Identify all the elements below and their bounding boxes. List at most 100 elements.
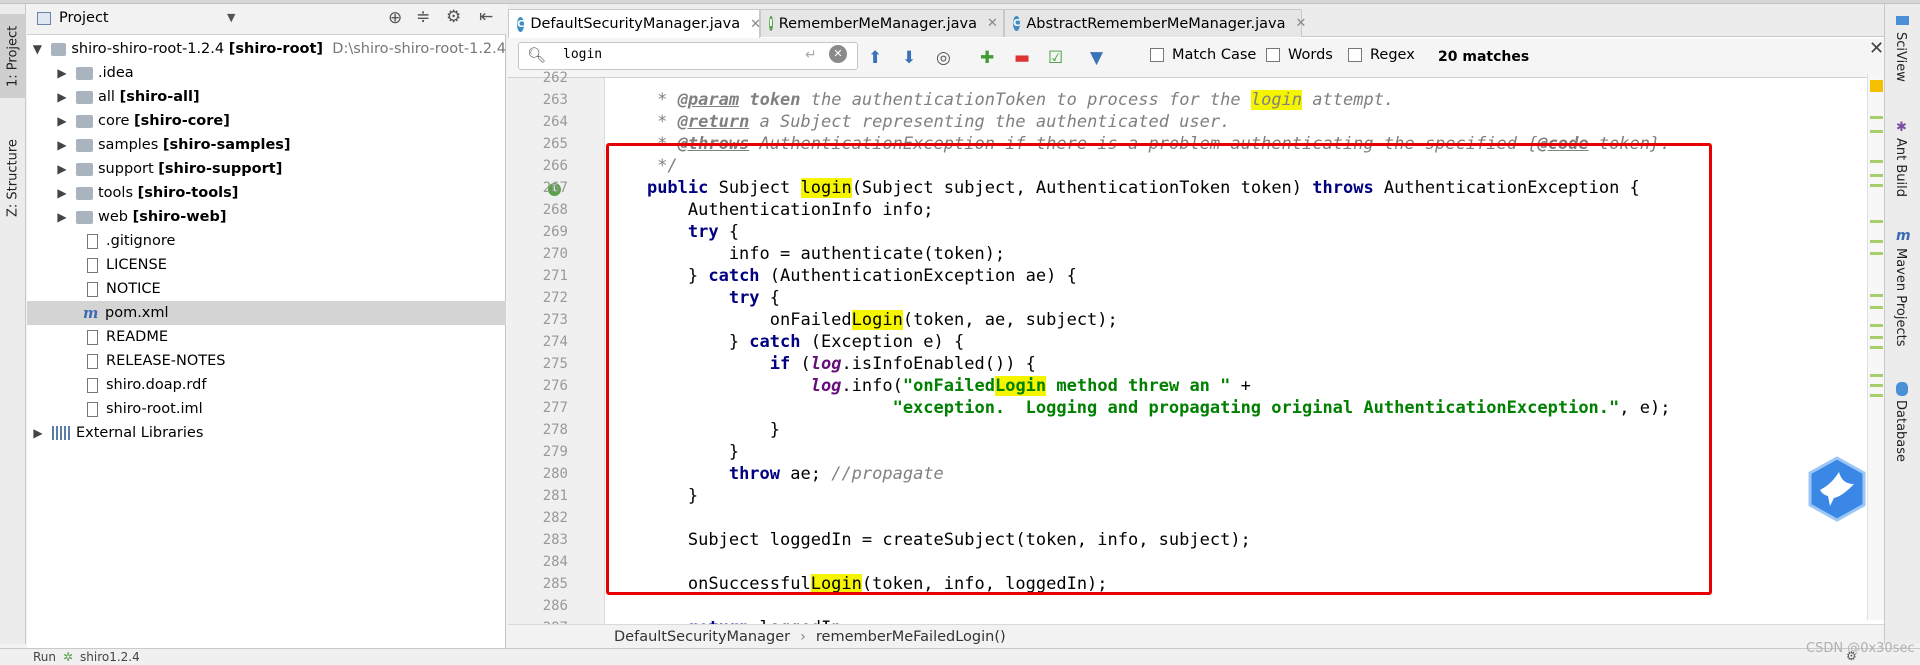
interface-icon: I	[769, 16, 773, 31]
add-selection-icon[interactable]: ✚	[980, 48, 994, 68]
close-icon[interactable]: ✕	[987, 16, 998, 31]
line-number: 263	[542, 92, 568, 108]
find-all-icon[interactable]: ◎	[936, 48, 951, 68]
tab-abstract-remember-me-manager[interactable]: C AbstractRememberMeManager.java ✕	[1004, 9, 1306, 37]
ide-window: 1: Project Z: Structure Project ▼ ⊕ ≑ ⚙ …	[0, 0, 1920, 665]
tab-default-security-manager[interactable]: C DefaultSecurityManager.java ✕	[508, 9, 761, 38]
view-dropdown-icon[interactable]: ▼	[227, 11, 235, 24]
maven-icon: m	[1896, 228, 1911, 244]
project-panel-title[interactable]: Project	[59, 10, 109, 26]
change-marker	[1870, 306, 1883, 309]
root-module: [shiro-root]	[228, 41, 324, 57]
tree-item-core[interactable]: ▶ core [shiro-core]	[27, 109, 506, 133]
tree-item-module: [shiro-core]	[134, 113, 230, 129]
status-bar: Run ✲ shiro1.2.4 ⚙	[0, 648, 1920, 665]
line-number: 265	[542, 136, 568, 152]
change-marker	[1870, 394, 1883, 397]
tree-item-doap[interactable]: shiro.doap.rdf	[27, 373, 506, 397]
match-count: 20 matches	[1438, 49, 1530, 65]
folder-icon	[76, 114, 93, 128]
checkbox-box[interactable]	[1348, 48, 1362, 62]
tree-item-iml[interactable]: shiro-root.iml	[27, 397, 506, 421]
tab-remember-me-manager[interactable]: I RememberMeManager.java ✕	[760, 9, 1004, 37]
tree-item-license[interactable]: LICENSE	[27, 253, 506, 277]
tree-item-support[interactable]: ▶ support [shiro-support]	[27, 157, 506, 181]
tree-item-module: [shiro-all]	[119, 89, 200, 105]
change-marker	[1870, 160, 1883, 163]
tree-item-tools[interactable]: ▶ tools [shiro-tools]	[27, 181, 506, 205]
ant-icon: ✱	[1896, 120, 1907, 135]
tree-item-external-libraries[interactable]: ▶ External Libraries	[27, 421, 506, 445]
sciview-icon	[1896, 16, 1909, 25]
words-checkbox[interactable]: Words	[1266, 47, 1333, 63]
close-find-icon[interactable]: ✕	[1869, 38, 1884, 59]
breadcrumb-class[interactable]: DefaultSecurityManager	[614, 629, 790, 645]
previous-occurrence-icon[interactable]: ⬆	[868, 48, 882, 68]
tree-item-pom-selected[interactable]: m pom.xml	[27, 301, 506, 325]
maven-projects-tool-tab[interactable]: Maven Projects	[1893, 248, 1908, 347]
editor-tab-bar: C DefaultSecurityManager.java ✕ I Rememb…	[508, 4, 1884, 38]
collapsed-arrow-icon[interactable]: ▶	[54, 90, 70, 104]
code-line[interactable]: * @return a Subject representing the aut…	[606, 111, 1230, 133]
next-occurrence-icon[interactable]: ⬇	[902, 48, 916, 68]
change-marker	[1870, 240, 1883, 243]
line-number: 278	[542, 422, 568, 438]
gear-icon[interactable]: ⚙	[446, 7, 461, 27]
change-marker	[1870, 324, 1883, 327]
breadcrumb-chevron-icon: ›	[800, 628, 806, 645]
project-view-icon	[37, 12, 51, 25]
regex-checkbox[interactable]: Regex	[1348, 47, 1415, 63]
collapse-all-icon[interactable]: ≑	[416, 7, 430, 27]
tree-item-release-notes[interactable]: RELEASE-NOTES	[27, 349, 506, 373]
collapsed-arrow-icon[interactable]: ▶	[54, 138, 70, 152]
change-marker	[1870, 220, 1883, 223]
tree-item-label: tools	[98, 185, 134, 201]
clear-icon[interactable]: ✕	[829, 45, 847, 63]
database-tool-tab[interactable]: Database	[1893, 400, 1908, 462]
code-token: a Subject representing the authenticated…	[749, 112, 1231, 132]
collapsed-arrow-icon[interactable]: ▶	[54, 66, 70, 80]
breadcrumb-method[interactable]: rememberMeFailedLogin()	[816, 629, 1006, 645]
sciview-tool-tab[interactable]: SciView	[1893, 32, 1908, 82]
run-label[interactable]: Run	[33, 650, 56, 664]
ant-build-tool-tab[interactable]: Ant Build	[1893, 138, 1908, 197]
tree-item-web[interactable]: ▶ web [shiro-web]	[27, 205, 506, 229]
close-icon[interactable]: ✕	[1295, 16, 1306, 31]
tree-item-notice[interactable]: NOTICE	[27, 277, 506, 301]
structure-tool-tab[interactable]: Z: Structure	[0, 132, 26, 224]
checkbox-box[interactable]	[1150, 48, 1164, 62]
tree-item-module: [shiro-samples]	[162, 137, 291, 153]
database-icon	[1896, 382, 1908, 396]
code-line[interactable]: return loggedIn;	[606, 617, 852, 624]
hide-panel-icon[interactable]: ⇤	[479, 7, 493, 27]
tree-item-readme[interactable]: README	[27, 325, 506, 349]
locate-icon[interactable]: ⊕	[388, 8, 402, 28]
expanded-arrow-icon[interactable]: ▼	[30, 42, 45, 56]
select-all-occurrences-icon[interactable]: ☑	[1048, 48, 1063, 68]
search-icon[interactable]: 🔍︎	[527, 46, 546, 64]
collapsed-arrow-icon[interactable]: ▶	[30, 426, 46, 440]
tree-item-samples[interactable]: ▶ samples [shiro-samples]	[27, 133, 506, 157]
match-case-checkbox[interactable]: Match Case	[1150, 47, 1256, 63]
change-marker	[1870, 116, 1883, 119]
line-number: 273	[542, 312, 568, 328]
collapsed-arrow-icon[interactable]: ▶	[54, 186, 70, 200]
collapsed-arrow-icon[interactable]: ▶	[54, 162, 70, 176]
file-icon	[87, 377, 98, 393]
tree-item-idea[interactable]: ▶ .idea	[27, 61, 506, 85]
collapsed-arrow-icon[interactable]: ▶	[54, 114, 70, 128]
remove-selection-icon[interactable]: ▬	[1014, 48, 1030, 68]
assistant-bird-icon[interactable]	[1806, 456, 1868, 522]
line-number: 276	[542, 378, 568, 394]
run-config-label[interactable]: shiro1.2.4	[80, 650, 140, 664]
code-line[interactable]: * @param token the authenticationToken t…	[606, 89, 1394, 111]
tree-item-all[interactable]: ▶ all [shiro-all]	[27, 85, 506, 109]
collapsed-arrow-icon[interactable]: ▶	[54, 210, 70, 224]
tree-item-root[interactable]: ▼ shiro-shiro-root-1.2.4 [shiro-root] D:…	[27, 37, 506, 61]
checkbox-box[interactable]	[1266, 48, 1280, 62]
code-token: *	[606, 90, 678, 110]
filter-icon[interactable]: ▼	[1090, 48, 1103, 68]
project-tool-tab[interactable]: 1: Project	[0, 14, 26, 98]
search-field[interactable]: 🔍︎ login ↵ ✕	[518, 42, 858, 70]
tree-item-gitignore[interactable]: .gitignore	[27, 229, 506, 253]
